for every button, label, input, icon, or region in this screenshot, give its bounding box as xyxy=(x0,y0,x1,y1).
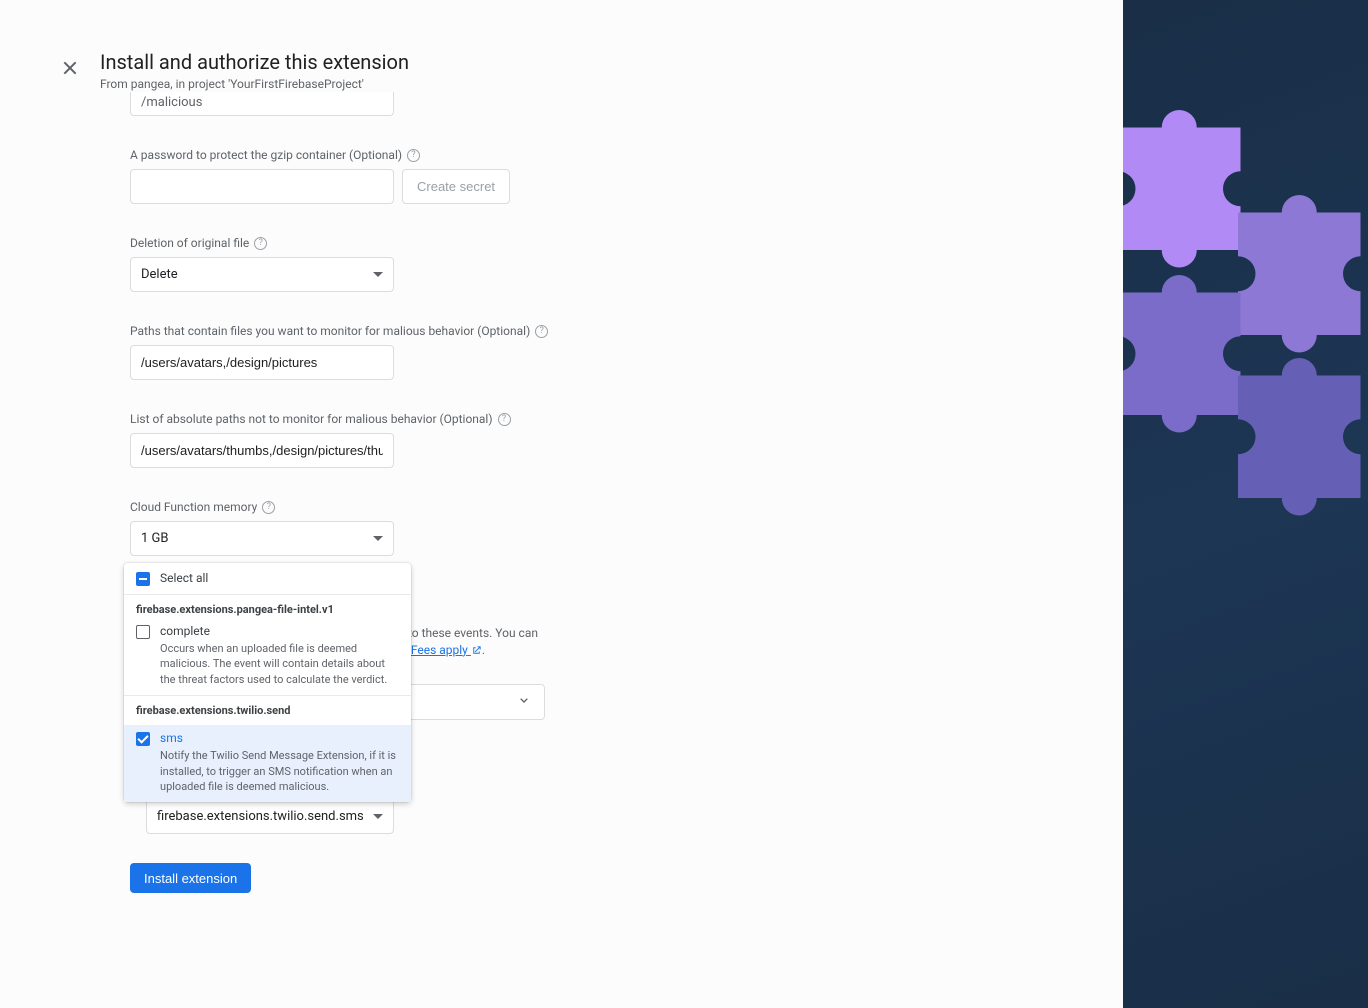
checkbox-checked-icon[interactable] xyxy=(136,732,150,746)
create-secret-button[interactable]: Create secret xyxy=(402,169,510,204)
help-icon[interactable]: ? xyxy=(407,149,420,162)
paths-exclude-label: List of absolute paths not to monitor fo… xyxy=(130,412,560,426)
help-icon[interactable]: ? xyxy=(262,501,275,514)
page-subtitle: From pangea, in project 'YourFirstFireba… xyxy=(100,77,409,91)
install-extension-button[interactable]: Install extension xyxy=(130,863,251,893)
dropdown-group-header: firebase.extensions.twilio.send xyxy=(124,696,411,725)
help-icon[interactable]: ? xyxy=(498,413,511,426)
close-icon[interactable] xyxy=(60,58,80,78)
memory-select[interactable]: 1 GB xyxy=(130,521,394,556)
page-title: Install and authorize this extension xyxy=(100,50,409,74)
event-option-complete[interactable]: complete Occurs when an uploaded file is… xyxy=(124,624,411,695)
chevron-down-icon xyxy=(373,536,383,541)
password-input[interactable] xyxy=(130,169,394,204)
memory-label: Cloud Function memory ? xyxy=(130,500,560,514)
deletion-label: Deletion of original file ? xyxy=(130,236,560,250)
external-link-icon xyxy=(471,645,482,656)
output-path-input[interactable]: /malicious xyxy=(130,92,394,116)
password-label: A password to protect the gzip container… xyxy=(130,148,560,162)
chevron-down-icon xyxy=(373,272,383,277)
chevron-down-icon xyxy=(373,814,383,819)
paths-exclude-input[interactable] xyxy=(130,433,394,468)
fees-apply-link[interactable]: Fees apply xyxy=(411,643,482,657)
chevron-down-icon xyxy=(516,692,532,712)
event-option-sms[interactable]: sms Notify the Twilio Send Message Exten… xyxy=(124,725,411,802)
type-events-select[interactable]: firebase.extensions.twilio.send.sms xyxy=(146,799,394,834)
select-all-option[interactable]: Select all xyxy=(124,563,411,594)
dropdown-group-header: firebase.extensions.pangea-file-intel.v1 xyxy=(124,595,411,624)
decorative-sidebar xyxy=(1123,0,1368,1008)
deletion-select[interactable]: Delete xyxy=(130,257,394,292)
checkbox-unchecked-icon[interactable] xyxy=(136,625,150,639)
checkbox-indeterminate-icon[interactable] xyxy=(136,572,150,586)
events-dropdown: Select all firebase.extensions.pangea-fi… xyxy=(124,563,411,802)
paths-monitor-label: Paths that contain files you want to mon… xyxy=(130,324,560,338)
puzzle-icon xyxy=(1203,358,1368,533)
help-icon[interactable]: ? xyxy=(254,237,267,250)
help-icon[interactable]: ? xyxy=(535,325,548,338)
paths-monitor-input[interactable] xyxy=(130,345,394,380)
